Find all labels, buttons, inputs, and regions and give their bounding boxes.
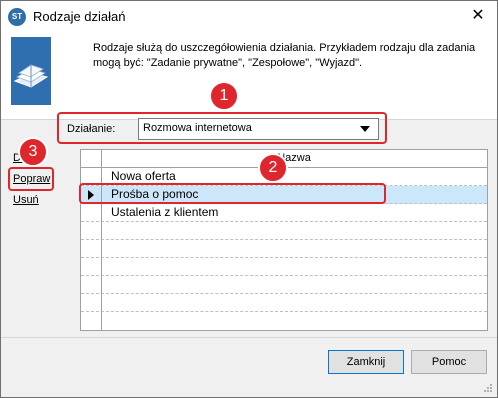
title-bar: ST Rodzaje działań ✕ [1, 1, 497, 32]
row-name: Ustalenia z klientem [111, 205, 219, 219]
row-indicator-divider [101, 150, 102, 330]
resize-grip-icon[interactable] [483, 383, 493, 393]
description-text: Rodzaje służą do uszczegółowienia działa… [93, 42, 476, 69]
annotation-badge-1: 1 [209, 81, 239, 111]
annotation-badge-2: 2 [258, 153, 288, 183]
highlight-box-selected-row [79, 183, 386, 204]
close-button[interactable]: Zamknij [328, 350, 404, 374]
empty-row [81, 240, 487, 258]
book-icon [11, 37, 51, 105]
empty-row [81, 276, 487, 294]
row-name: Nowa oferta [111, 169, 176, 183]
empty-row [81, 312, 487, 329]
column-header-nazwa[interactable]: Nazwa [101, 152, 487, 164]
dialog-window: ST Rodzaje działań ✕ Rodzaje służą do us… [0, 0, 498, 398]
window-title: Rodzaje działań [33, 9, 126, 24]
empty-row [81, 294, 487, 312]
highlight-box-popraw [8, 167, 54, 191]
annotation-badge-3: 3 [18, 137, 48, 167]
app-icon: ST [8, 8, 26, 26]
empty-row [81, 222, 487, 240]
footer-separator [1, 337, 497, 338]
delete-link[interactable]: Usuń [13, 194, 39, 206]
empty-row [81, 258, 487, 276]
highlight-box-dzialanie [57, 112, 387, 144]
help-button[interactable]: Pomoc [411, 350, 487, 374]
close-window-button[interactable]: ✕ [463, 3, 493, 29]
table-row[interactable]: Ustalenia z klientem [81, 204, 487, 222]
